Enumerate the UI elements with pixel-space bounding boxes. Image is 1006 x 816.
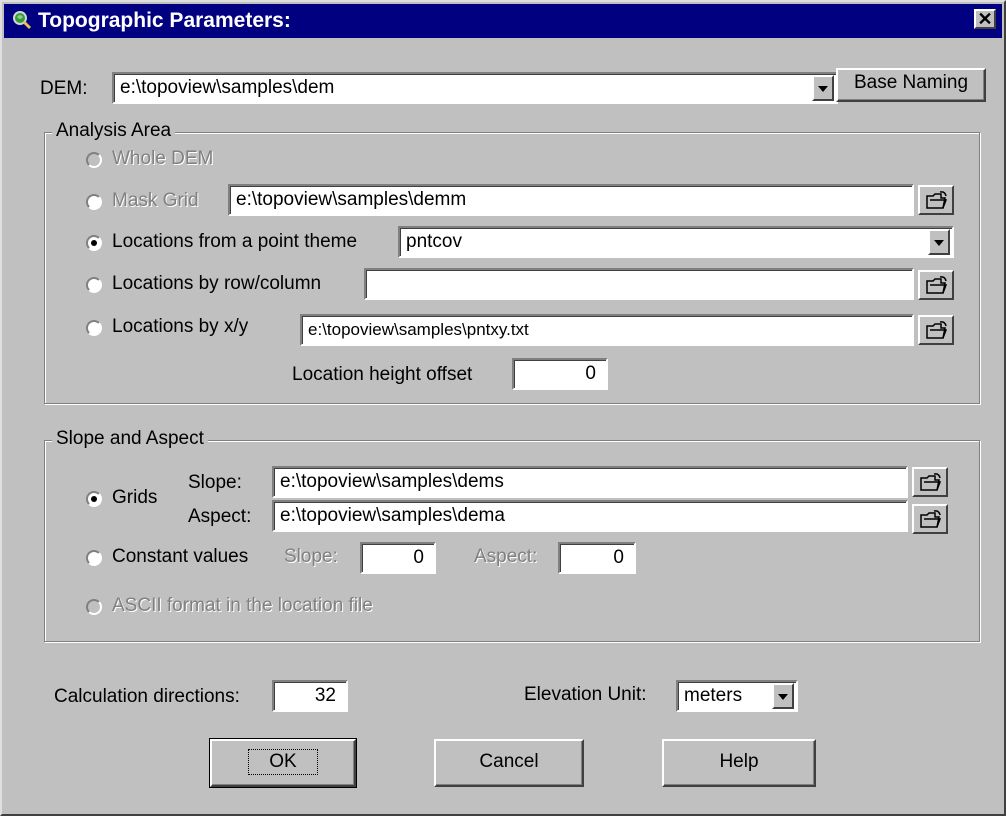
row-col-field[interactable]	[364, 268, 914, 300]
mask-grid-value: e:\topoview\samples\demm	[236, 189, 467, 210]
aspect-field[interactable]: e:\topoview\samples\dema	[272, 500, 908, 532]
point-theme-label: Locations from a point theme	[112, 231, 358, 252]
window-title: Topographic Parameters:	[38, 9, 291, 32]
ok-label: OK	[248, 749, 318, 775]
row-col-browse-button[interactable]	[918, 270, 954, 300]
help-button[interactable]: Help	[662, 739, 816, 787]
slope-browse-button[interactable]	[912, 467, 948, 497]
dialog-window: Topographic Parameters: ✕ DEM: e:\topovi…	[0, 0, 1006, 816]
grids-radio[interactable]	[86, 491, 102, 507]
calc-directions-field[interactable]: 32	[272, 680, 348, 712]
analysis-area-title: Analysis Area	[52, 120, 176, 142]
base-naming-label: Base Naming	[853, 72, 969, 93]
elevation-unit-value: meters	[684, 685, 743, 706]
ok-button[interactable]: OK	[209, 738, 357, 788]
open-folder-icon	[926, 191, 948, 209]
const-slope-label: Slope:	[284, 546, 338, 567]
mask-grid-field[interactable]: e:\topoview\samples\demm	[228, 184, 914, 216]
slope-aspect-title: Slope and Aspect	[52, 428, 208, 450]
mask-grid-label: Mask Grid	[112, 190, 199, 211]
slope-label: Slope:	[188, 472, 242, 493]
xy-label: Locations by x/y	[112, 316, 249, 337]
constant-values-label: Constant values	[112, 546, 249, 567]
close-icon: ✕	[977, 9, 993, 29]
xy-radio[interactable]	[86, 320, 102, 336]
calc-directions-label: Calculation directions:	[54, 686, 240, 707]
aspect-browse-button[interactable]	[912, 504, 948, 534]
row-col-label: Locations by row/column	[112, 273, 322, 294]
cancel-label: Cancel	[479, 751, 539, 772]
chevron-down-icon[interactable]	[772, 683, 794, 709]
open-folder-icon	[920, 510, 942, 528]
whole-dem-radio[interactable]	[86, 152, 102, 168]
const-aspect-label: Aspect:	[474, 546, 538, 567]
xy-field[interactable]: e:\topoview\samples\pntxy.txt	[300, 314, 914, 346]
mask-grid-browse-button[interactable]	[918, 185, 954, 215]
point-theme-value: pntcov	[406, 231, 462, 252]
close-button[interactable]: ✕	[974, 9, 996, 29]
xy-browse-button[interactable]	[918, 315, 954, 345]
open-folder-icon	[926, 276, 948, 294]
const-slope-field[interactable]: 0	[360, 542, 436, 574]
height-offset-label: Location height offset	[292, 364, 473, 385]
elevation-unit-label: Elevation Unit:	[524, 684, 647, 705]
ascii-format-radio[interactable]	[86, 599, 102, 615]
row-col-radio[interactable]	[86, 277, 102, 293]
magnifier-globe-icon	[13, 11, 32, 30]
calc-directions-value: 32	[314, 685, 336, 706]
whole-dem-label: Whole DEM	[112, 148, 214, 169]
cancel-button[interactable]: Cancel	[434, 739, 584, 787]
dem-select[interactable]: e:\topoview\samples\dem	[112, 72, 838, 104]
aspect-value: e:\topoview\samples\dema	[280, 505, 505, 526]
point-theme-select[interactable]: pntcov	[398, 226, 954, 258]
base-naming-button[interactable]: Base Naming	[836, 68, 986, 102]
chevron-down-icon[interactable]	[928, 229, 950, 255]
height-offset-value: 0	[585, 363, 596, 384]
point-theme-radio[interactable]	[86, 235, 102, 251]
height-offset-field[interactable]: 0	[512, 358, 608, 390]
open-folder-icon	[926, 321, 948, 339]
open-folder-icon	[920, 473, 942, 491]
ascii-format-label: ASCII format in the location file	[112, 595, 373, 616]
aspect-label: Aspect:	[188, 506, 252, 527]
slope-value: e:\topoview\samples\dems	[280, 471, 504, 492]
dem-label: DEM:	[40, 78, 88, 99]
elevation-unit-select[interactable]: meters	[676, 680, 798, 712]
title-bar: Topographic Parameters: ✕	[4, 4, 1002, 38]
const-slope-value: 0	[413, 547, 424, 568]
grids-label: Grids	[112, 487, 158, 508]
constant-values-radio[interactable]	[86, 550, 102, 566]
help-label: Help	[719, 751, 759, 772]
chevron-down-icon[interactable]	[812, 75, 834, 101]
mask-grid-radio[interactable]	[86, 194, 102, 210]
slope-field[interactable]: e:\topoview\samples\dems	[272, 466, 908, 498]
const-aspect-value: 0	[613, 547, 624, 568]
dem-value: e:\topoview\samples\dem	[120, 77, 335, 98]
const-aspect-field[interactable]: 0	[558, 542, 636, 574]
xy-value: e:\topoview\samples\pntxy.txt	[308, 320, 529, 339]
